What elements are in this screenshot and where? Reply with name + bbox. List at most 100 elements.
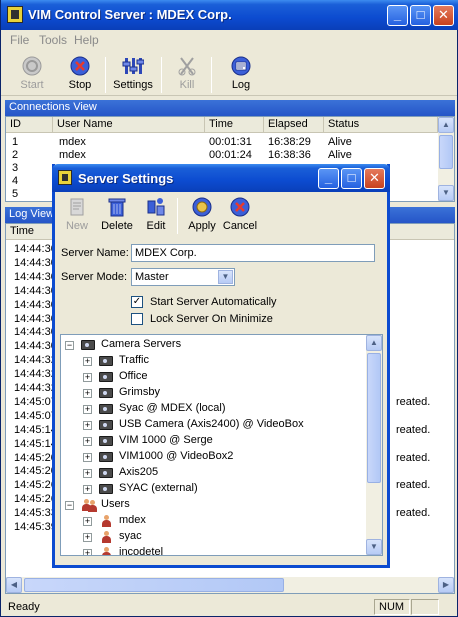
menu-tools[interactable]: Tools [39, 33, 67, 47]
camera-icon [99, 420, 113, 430]
scroll-down-icon[interactable]: ▼ [438, 185, 454, 201]
settings-button[interactable]: Settings [111, 55, 155, 95]
maximize-button[interactable]: □ [410, 5, 431, 26]
tree-label: Users [101, 498, 130, 510]
menu-help[interactable]: Help [74, 33, 99, 47]
collapse-icon[interactable]: − [65, 501, 74, 510]
cell-elapsed: 16:38:29 [268, 136, 311, 148]
settings-tree[interactable]: − Camera Servers + Traffic + Office + Grimsby… [60, 334, 383, 556]
log-time: 14:44:32 [14, 354, 57, 367]
kill-button[interactable]: Kill [169, 55, 205, 95]
expand-icon[interactable]: + [83, 405, 92, 414]
title-bar[interactable]: VIM Control Server : MDEX Corp. _ □ ✕ [1, 0, 458, 30]
edit-icon [147, 198, 165, 216]
dialog-close-button[interactable]: ✕ [364, 168, 385, 189]
start-icon [22, 56, 42, 76]
expand-icon[interactable]: + [83, 517, 92, 526]
log-time: 14:44:30 [14, 284, 57, 297]
col-time[interactable]: Time [205, 117, 264, 133]
expand-icon[interactable]: + [83, 421, 92, 430]
expand-icon[interactable]: + [83, 469, 92, 478]
expand-icon[interactable]: + [83, 485, 92, 494]
cell-time: 00:01:24 [209, 149, 252, 161]
scroll-left-icon[interactable]: ◀ [6, 577, 22, 593]
log-time: 14:45:33 [14, 507, 57, 520]
start-auto-checkbox[interactable]: ✓ [131, 296, 143, 308]
user-icon [101, 515, 112, 527]
apply-label: Apply [188, 220, 216, 232]
new-button[interactable]: New [62, 196, 92, 236]
tree-label: mdex [119, 514, 146, 526]
kill-label: Kill [179, 79, 195, 91]
settings-icon [122, 58, 144, 74]
minimize-button[interactable]: _ [387, 5, 408, 26]
expand-icon[interactable]: + [83, 437, 92, 446]
edit-button[interactable]: Edit [141, 196, 171, 236]
log-time: 14:44:30 [14, 256, 57, 269]
status-num: NUM [374, 599, 410, 615]
log-time: 14:45:26 [14, 493, 57, 506]
col-user-name[interactable]: User Name [53, 117, 205, 133]
toolbar-separator [105, 57, 106, 93]
dialog-title-bar[interactable]: Server Settings _ □ ✕ [52, 164, 390, 192]
log-time: 14:44:32 [14, 382, 57, 394]
status-text: Ready [8, 601, 40, 613]
collapse-icon[interactable]: − [65, 341, 74, 350]
log-hscroll[interactable]: ◀ ▶ [6, 577, 454, 593]
delete-button[interactable]: Delete [97, 196, 137, 236]
app-icon [7, 6, 23, 23]
lock-minimize-label: Lock Server On Minimize [150, 313, 273, 325]
expand-icon[interactable]: + [83, 549, 92, 555]
camera-icon [99, 356, 113, 366]
log-time: 14:45:07 [14, 395, 57, 408]
scroll-up-icon[interactable]: ▲ [366, 335, 382, 351]
tree-label: SYAC (external) [119, 482, 198, 494]
scroll-up-icon[interactable]: ▲ [438, 117, 454, 133]
chevron-down-icon[interactable]: ▼ [218, 270, 233, 284]
menu-file[interactable]: File [10, 33, 29, 47]
log-time: 14:45:20 [14, 451, 57, 464]
scroll-thumb[interactable] [367, 353, 381, 483]
col-status[interactable]: Status [324, 117, 438, 133]
log-time: 14:44:30 [14, 312, 57, 325]
expand-icon[interactable]: + [83, 373, 92, 382]
expand-icon[interactable]: + [83, 357, 92, 366]
expand-icon[interactable]: + [83, 389, 92, 398]
table-row[interactable]: 2 mdex 00:01:24 16:38:36 Alive [6, 149, 454, 162]
scroll-right-icon[interactable]: ▶ [438, 577, 454, 593]
scroll-down-icon[interactable]: ▼ [366, 539, 382, 555]
server-mode-value: Master [135, 271, 169, 283]
cancel-button[interactable]: Cancel [221, 196, 259, 236]
tree-label: Axis205 [119, 466, 159, 478]
menu-bar: File Tools Help [1, 30, 457, 50]
log-button[interactable]: Log [221, 55, 261, 95]
close-button[interactable]: ✕ [433, 5, 454, 26]
cell-id: 5 [12, 188, 19, 200]
lock-minimize-checkbox[interactable] [131, 313, 143, 325]
expand-icon[interactable]: + [83, 533, 92, 542]
connections-vscroll[interactable]: ▲ ▼ [438, 117, 454, 201]
col-elapsed[interactable]: Elapsed [264, 117, 324, 133]
tree-vscroll[interactable]: ▲ ▼ [366, 335, 382, 555]
col-id[interactable]: ID [6, 117, 53, 133]
toolbar-separator [211, 57, 212, 93]
camera-icon [99, 404, 113, 414]
dialog-minimize-button[interactable]: _ [318, 168, 339, 189]
dialog-app-icon [58, 170, 72, 185]
start-button[interactable]: Start [11, 55, 53, 95]
expand-icon[interactable]: + [83, 453, 92, 462]
cancel-label: Cancel [222, 220, 258, 232]
table-row[interactable]: 1 mdex 00:01:31 16:38:29 Alive [6, 136, 454, 149]
server-name-input[interactable]: MDEX Corp. [131, 244, 375, 262]
dialog-toolbar-separator [177, 198, 178, 234]
apply-button[interactable]: Apply [185, 196, 219, 236]
hscroll-thumb[interactable] [24, 578, 284, 592]
scroll-thumb[interactable] [439, 135, 453, 169]
stop-button[interactable]: Stop [59, 55, 101, 95]
server-mode-select[interactable]: Master ▼ [131, 268, 235, 286]
cell-user: mdex [59, 149, 86, 161]
tree-label: Traffic [119, 354, 149, 366]
tree-label: incodetel [119, 546, 164, 556]
dialog-maximize-button[interactable]: □ [341, 168, 362, 189]
camera-icon [99, 468, 113, 478]
